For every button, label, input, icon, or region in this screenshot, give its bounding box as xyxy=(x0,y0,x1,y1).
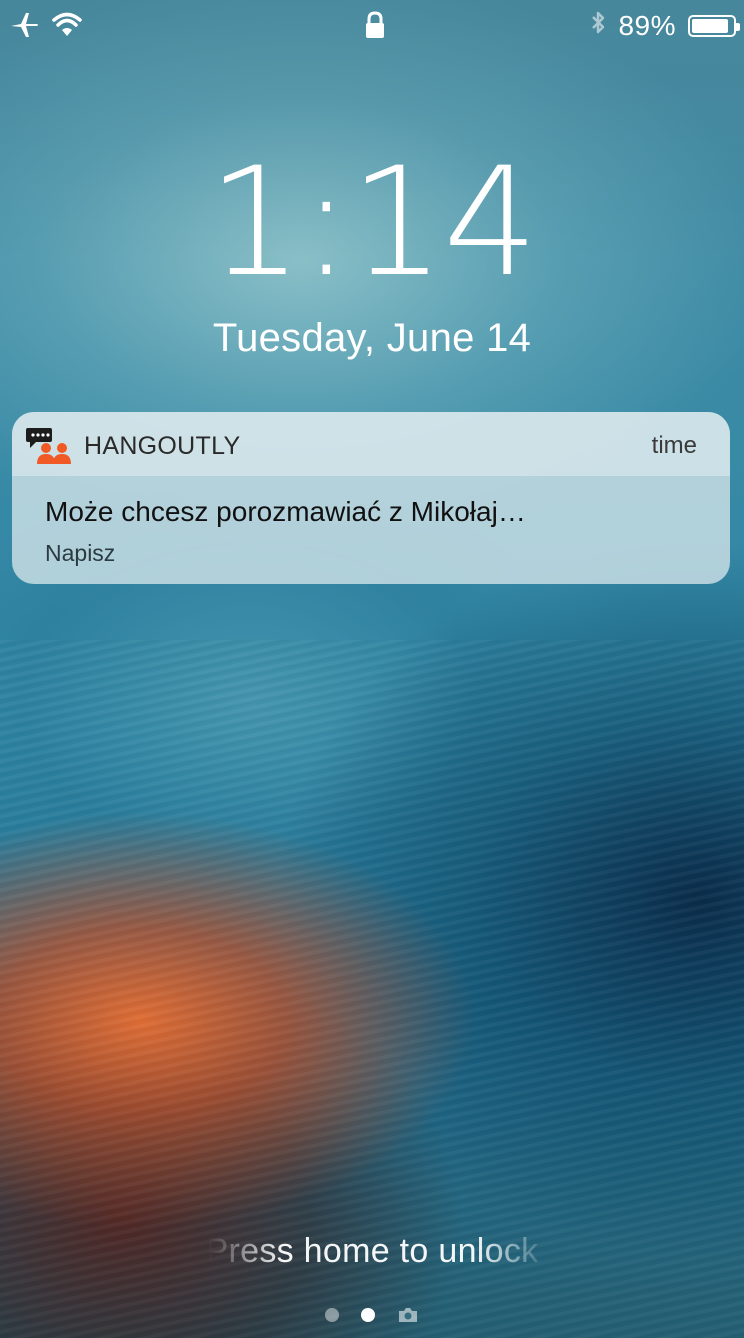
battery-icon xyxy=(688,14,740,37)
status-bar: 89% xyxy=(0,0,744,54)
unlock-hint: Press home to unlock xyxy=(205,1232,539,1270)
page-dot-today[interactable] xyxy=(325,1308,339,1322)
lock-screen-time: 1:14 xyxy=(207,136,539,310)
battery-percent: 89% xyxy=(618,9,676,41)
airplane-icon xyxy=(8,10,40,45)
status-bar-right: 89% xyxy=(590,8,740,43)
notification-message: Może chcesz porozmawiać z Mikołaj… xyxy=(45,496,526,527)
battery-fill xyxy=(692,18,728,33)
lock-screen-date: Tuesday, June 14 xyxy=(212,316,532,360)
wifi-icon xyxy=(52,12,82,43)
notification-action-reply[interactable]: Napisz xyxy=(45,540,115,567)
notification-time: time xyxy=(651,432,697,459)
hangoutly-app-icon xyxy=(24,426,80,466)
notification-app-name: HANGOUTLY xyxy=(84,432,241,460)
battery-tip xyxy=(736,22,740,31)
lock-icon xyxy=(364,11,386,44)
page-indicators xyxy=(0,1306,744,1324)
notification-banner[interactable]: HANGOUTLY time Może chcesz porozmawiać z… xyxy=(12,412,730,584)
bluetooth-icon xyxy=(590,8,606,43)
page-dot-lock[interactable] xyxy=(361,1308,375,1322)
status-bar-center xyxy=(364,10,386,45)
camera-icon[interactable] xyxy=(397,1306,419,1324)
notification-header: HANGOUTLY time xyxy=(12,412,730,476)
status-bar-left xyxy=(8,10,82,45)
